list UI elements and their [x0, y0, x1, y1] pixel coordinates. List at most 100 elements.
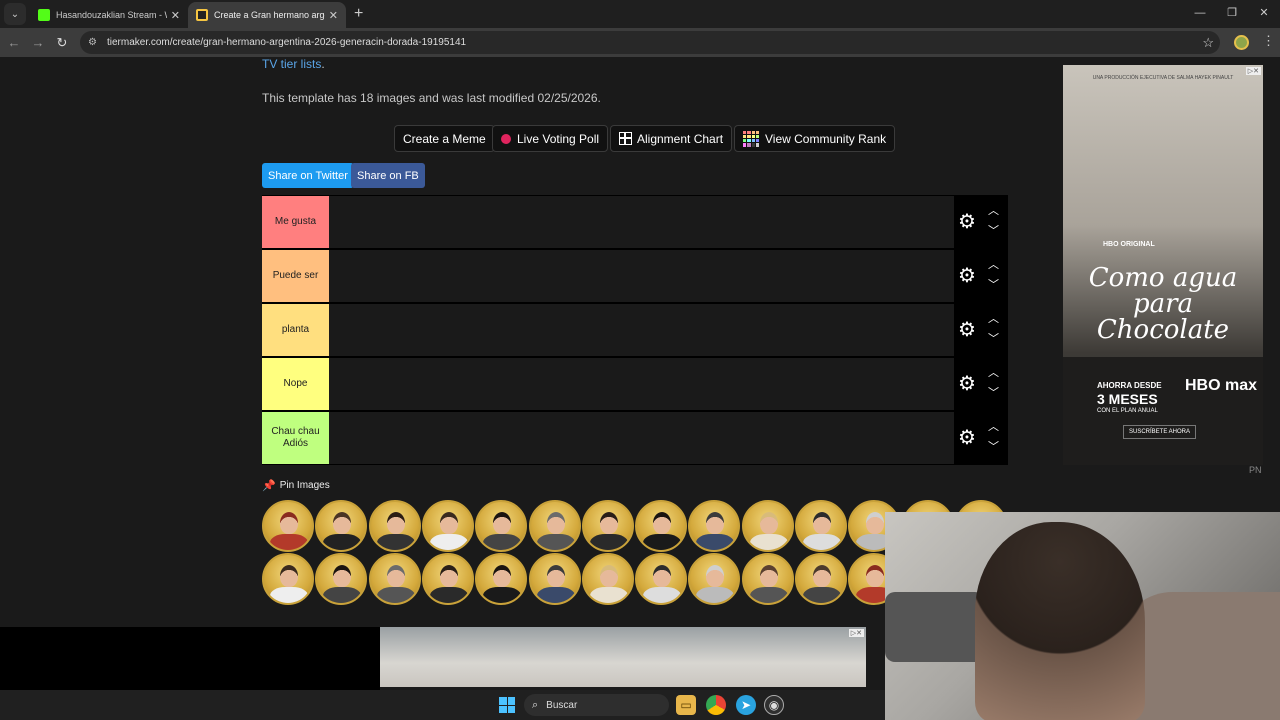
pin-images-toggle[interactable]: 📌 Pin Images	[262, 479, 330, 492]
reload-icon[interactable]: ↻	[50, 35, 74, 51]
tier-dropzone[interactable]	[329, 250, 954, 302]
contestant-face	[599, 565, 618, 587]
live-voting-button[interactable]: Live Voting Poll	[492, 125, 609, 152]
alignment-chart-button[interactable]: Alignment Chart	[610, 125, 733, 152]
chevron-up-icon[interactable]: ︿	[988, 202, 999, 218]
chevron-up-icon[interactable]: ︿	[988, 364, 999, 380]
ad-cta-button[interactable]: SUSCRÍBETE AHORA	[1123, 425, 1197, 439]
contestant-face	[759, 512, 778, 534]
contestant-image[interactable]	[315, 553, 368, 605]
contestant-image[interactable]	[741, 553, 794, 605]
chevron-down-icon[interactable]: ﹀	[988, 222, 999, 238]
forward-icon[interactable]: →	[26, 35, 50, 50]
telegram-icon[interactable]: ➤	[736, 695, 756, 715]
tier-dropzone[interactable]	[329, 196, 954, 248]
pin-images-label: Pin Images	[279, 480, 330, 491]
site-info-icon[interactable]: ⚙	[88, 37, 97, 48]
contestant-image[interactable]	[262, 553, 314, 605]
contestant-image[interactable]	[421, 553, 474, 605]
windows-start-icon[interactable]	[499, 697, 515, 713]
taskbar-search[interactable]: ⌕ Buscar	[524, 694, 669, 716]
chevron-down-icon[interactable]: ﹀	[988, 330, 999, 346]
contestant-image[interactable]	[635, 553, 688, 605]
tier-label[interactable]: planta	[262, 304, 329, 356]
contestant-body	[803, 534, 841, 550]
tier-dropzone[interactable]	[329, 412, 954, 464]
search-icon: ⌕	[532, 698, 539, 711]
close-tab-icon[interactable]: ✕	[329, 9, 338, 22]
contestant-face	[493, 512, 512, 534]
chrome-icon[interactable]	[706, 695, 726, 715]
contestant-image[interactable]	[688, 553, 741, 605]
contestant-image[interactable]	[475, 500, 528, 552]
back-icon[interactable]: ←	[2, 35, 26, 50]
minimize-icon[interactable]: —	[1184, 0, 1216, 28]
contestant-image[interactable]	[368, 500, 421, 552]
chevron-up-icon[interactable]: ︿	[988, 256, 999, 272]
tier-dropzone[interactable]	[329, 304, 954, 356]
contestant-image[interactable]	[262, 500, 314, 552]
gear-icon[interactable]: ⚙	[958, 374, 976, 394]
new-tab-icon[interactable]: +	[354, 5, 363, 23]
contestant-face	[546, 565, 565, 587]
restore-icon[interactable]: ❐	[1216, 0, 1248, 28]
chevron-up-icon[interactable]: ︿	[988, 418, 999, 434]
menu-kebab-icon[interactable]: ⋮	[1262, 33, 1275, 49]
close-window-icon[interactable]: ✕	[1248, 0, 1280, 28]
tier-label[interactable]: Puede ser	[262, 250, 329, 302]
contestant-body	[429, 587, 468, 603]
tab-tiermaker[interactable]: Create a Gran hermano argenti ✕	[188, 2, 346, 28]
gear-icon[interactable]: ⚙	[958, 428, 976, 448]
contestant-body	[323, 587, 362, 603]
chevron-down-icon[interactable]: ﹀	[988, 276, 999, 292]
obs-icon[interactable]: ◉	[764, 695, 784, 715]
contestant-image[interactable]	[795, 553, 847, 605]
ad-choices-icon[interactable]: ▷✕	[1245, 67, 1261, 75]
contestant-body	[270, 534, 308, 550]
share-fb-button[interactable]: Share on FB	[351, 163, 425, 188]
chevron-down-icon[interactable]: ﹀	[988, 384, 999, 400]
tab-stream[interactable]: Hasandouzaklian Stream - Wat ✕	[30, 2, 188, 28]
tab-search-button[interactable]: ⌄	[4, 3, 26, 25]
url-field[interactable]: ⚙ tiermaker.com/create/gran-hermano-arge…	[80, 31, 1220, 54]
tier-controls: ⚙ ︿ ﹀	[954, 304, 1008, 356]
tv-tier-lists-link[interactable]: TV tier lists.	[262, 57, 325, 71]
contestant-image[interactable]	[368, 553, 421, 605]
close-tab-icon[interactable]: ✕	[171, 9, 180, 22]
contestant-image[interactable]	[528, 500, 581, 552]
chevron-up-icon[interactable]: ︿	[988, 310, 999, 326]
contestant-image[interactable]	[528, 553, 581, 605]
profile-avatar[interactable]	[1234, 35, 1249, 50]
contestant-image[interactable]	[581, 500, 634, 552]
contestant-image[interactable]	[475, 553, 528, 605]
community-rank-button[interactable]: View Community Rank	[734, 125, 896, 152]
gear-icon[interactable]: ⚙	[958, 266, 976, 286]
ad-choices-icon[interactable]: ▷✕	[848, 629, 864, 637]
contestant-body	[536, 534, 575, 550]
folder-icon[interactable]: ▭	[676, 695, 696, 715]
tier-controls: ⚙ ︿ ﹀	[954, 412, 1008, 464]
share-twitter-button[interactable]: Share on Twitter	[262, 163, 354, 188]
contestant-image[interactable]	[581, 553, 634, 605]
tier-label[interactable]: Me gusta	[262, 196, 329, 248]
contestant-face	[546, 512, 565, 534]
gear-icon[interactable]: ⚙	[958, 212, 976, 232]
contestant-body	[643, 534, 682, 550]
tier-row: planta ⚙ ︿ ﹀	[262, 303, 1008, 357]
gear-icon[interactable]: ⚙	[958, 320, 976, 340]
chevron-down-icon[interactable]: ﹀	[988, 438, 999, 454]
tier-row: Me gusta ⚙ ︿ ﹀	[262, 195, 1008, 249]
contestant-image[interactable]	[421, 500, 474, 552]
bookmark-star-icon[interactable]: ☆	[1202, 35, 1214, 51]
tier-dropzone[interactable]	[329, 358, 954, 410]
contestant-image[interactable]	[741, 500, 794, 552]
contestant-image[interactable]	[795, 500, 847, 552]
side-ad[interactable]: UNA PRODUCCIÓN EJECUTIVA DE SALMA HAYEK …	[1063, 65, 1263, 465]
bottom-ad[interactable]: ▷✕	[380, 627, 866, 687]
contestant-image[interactable]	[635, 500, 688, 552]
create-meme-button[interactable]: Create a Meme	[394, 125, 495, 152]
contestant-image[interactable]	[688, 500, 741, 552]
tier-label[interactable]: Nope	[262, 358, 329, 410]
contestant-image[interactable]	[315, 500, 368, 552]
tier-label[interactable]: Chau chau Adiós	[262, 412, 329, 464]
